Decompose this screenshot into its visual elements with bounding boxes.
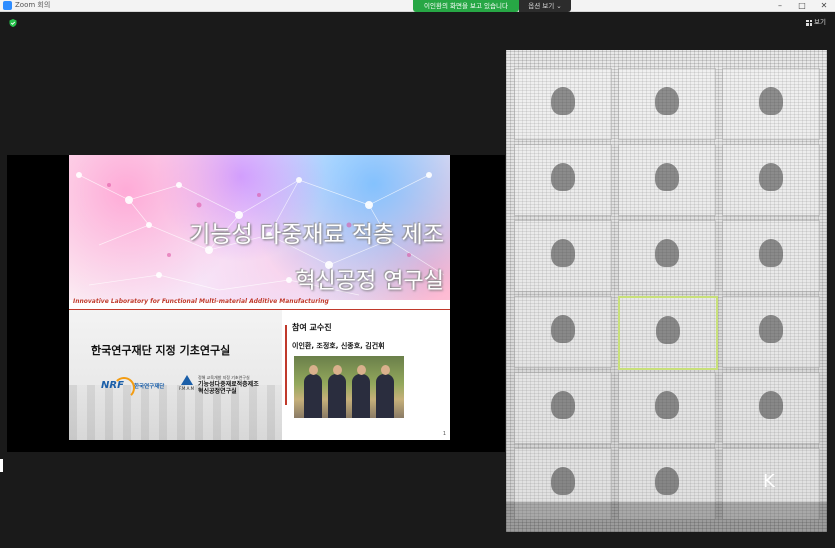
participant-tile[interactable] (514, 68, 612, 140)
participant-tile[interactable] (618, 68, 716, 140)
participant-video (551, 239, 575, 267)
slide-title-line2: 혁신공정 연구실 (295, 269, 444, 294)
nrf-mark-icon: NRF (101, 377, 135, 399)
professor-names: 이인환, 조정호, 신종호, 김건휘 (292, 342, 385, 350)
participant-tile[interactable] (722, 220, 820, 292)
participant-tile[interactable] (514, 144, 612, 216)
participant-video (655, 163, 679, 191)
participant-video (655, 87, 679, 115)
slide-title-line1: 기능성 다중재료 적층 제조 (189, 222, 444, 248)
view-button[interactable]: 보기 (806, 18, 826, 27)
participant-video (656, 316, 680, 344)
accent-bar (285, 325, 287, 405)
participant-tile[interactable] (722, 144, 820, 216)
slide-subtitle: Innovative Laboratory for Functional Mul… (73, 298, 329, 305)
participant-tile[interactable] (722, 68, 820, 140)
participant-tile[interactable] (722, 296, 820, 368)
institution-panel: 한국연구재단 지정 기초연구실 NRF 한국연구재단 F.M.A.M 정해 교육… (69, 310, 282, 440)
share-status-banner: 이인환의 화면을 보고 있습니다 (413, 0, 519, 12)
maximize-button[interactable]: □ (795, 0, 809, 11)
participant-video (759, 391, 783, 419)
participant-tile[interactable] (514, 220, 612, 292)
participant-video (551, 467, 575, 495)
participant-tile[interactable] (618, 144, 716, 216)
participant-video (551, 315, 575, 343)
zoom-app-icon (3, 1, 12, 10)
close-button[interactable]: ✕ (817, 0, 831, 11)
encryption-shield-icon[interactable] (9, 19, 17, 27)
participant-video (759, 315, 783, 343)
slide-page-number: 1 (442, 431, 446, 437)
participant-video (759, 163, 783, 191)
participant-video (655, 391, 679, 419)
fmam-logo: F.M.A.M 정해 교육개발 지정 기초연구실 기능성다중재료적층제조 혁신공… (179, 375, 259, 395)
fmam-line2: 혁신공정연구실 (198, 388, 237, 395)
minimize-button[interactable]: – (773, 0, 787, 11)
nrf-name: 한국연구재단 (134, 384, 165, 390)
fmam-mark-icon: F.M.A.M (179, 375, 195, 393)
participant-video (551, 87, 575, 115)
professor-photo (294, 356, 404, 418)
participant-video (759, 87, 783, 115)
participant-initial: K (763, 471, 775, 492)
meeting-window: 보기 기능성 다중재료 적층 제조 혁신공정 연구실 Innovative La… (0, 12, 835, 548)
view-options-button[interactable]: 옵션 보기 ⌄ (519, 0, 571, 12)
gallery-footer (506, 502, 827, 532)
professor-label: 참여 교수진 (292, 323, 332, 332)
participant-video (759, 239, 783, 267)
participant-video (551, 163, 575, 191)
window-title: Zoom 회의 (15, 1, 51, 9)
presentation-slide: 기능성 다중재료 적층 제조 혁신공정 연구실 Innovative Labor… (69, 155, 450, 440)
shared-screen[interactable]: 기능성 다중재료 적층 제조 혁신공정 연구실 Innovative Labor… (7, 155, 505, 452)
participant-tile[interactable] (514, 372, 612, 444)
window-controls: – □ ✕ (773, 0, 831, 11)
participant-tile[interactable] (722, 372, 820, 444)
participant-video (655, 467, 679, 495)
grid-view-icon (806, 19, 812, 26)
view-label: 보기 (814, 18, 826, 26)
participant-tile[interactable] (618, 296, 718, 370)
participant-tile[interactable] (618, 372, 716, 444)
nrf-logo: NRF 한국연구재단 (101, 377, 165, 399)
fmam-line1: 기능성다중재료적층제조 (198, 381, 259, 388)
participant-video (655, 239, 679, 267)
institution-heading: 한국연구재단 지정 기초연구실 (91, 344, 231, 357)
side-handle[interactable] (0, 459, 3, 472)
participant-video (551, 391, 575, 419)
fmam-mark-label: F.M.A.M (179, 386, 195, 391)
participant-tile[interactable] (514, 296, 612, 368)
professor-panel: 참여 교수진 이인환, 조정호, 신종호, 김건휘 (282, 310, 450, 440)
participant-gallery[interactable]: K (506, 50, 827, 532)
participant-tile[interactable] (618, 220, 716, 292)
